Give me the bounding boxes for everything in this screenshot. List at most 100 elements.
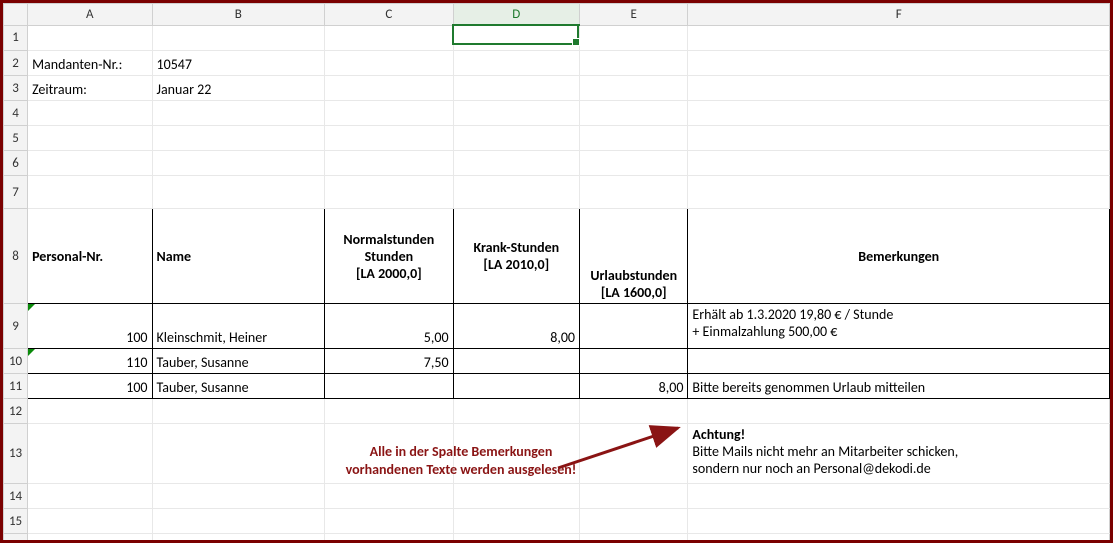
row-5-header[interactable]: 5 <box>4 126 28 151</box>
cell-D12[interactable] <box>453 399 579 424</box>
cell-C1[interactable] <box>325 25 453 51</box>
cell-F15[interactable] <box>688 509 1110 534</box>
row-2-header[interactable]: 2 <box>4 51 28 76</box>
cell-A1[interactable] <box>28 25 152 51</box>
cell-B8[interactable]: Name <box>152 209 325 304</box>
cell-B9[interactable]: Kleinschmit, Heiner <box>152 304 325 349</box>
cell-D14[interactable] <box>453 484 579 509</box>
cell-D8[interactable]: Krank-Stunden [LA 2010,0] <box>453 209 579 304</box>
cell-F12[interactable] <box>688 399 1110 424</box>
col-A-header[interactable]: A <box>28 4 152 26</box>
row-12-header[interactable]: 12 <box>4 399 28 424</box>
cell-F9[interactable]: Erhält ab 1.3.2020 19,80 € / Stunde + Ei… <box>688 304 1110 349</box>
row-1-header[interactable]: 1 <box>4 25 28 51</box>
cell-D9[interactable]: 8,00 <box>453 304 579 349</box>
cell-E5[interactable] <box>580 126 688 151</box>
cell-C7[interactable] <box>325 176 453 209</box>
row-8-header[interactable]: 8 <box>4 209 28 304</box>
row-6-header[interactable]: 6 <box>4 151 28 176</box>
cell-F4[interactable] <box>688 101 1110 126</box>
cell-E4[interactable] <box>580 101 688 126</box>
cell-E11[interactable]: 8,00 <box>580 374 688 399</box>
cell-A12[interactable] <box>28 399 152 424</box>
cell-D10[interactable] <box>453 349 579 374</box>
row-11-header[interactable]: 11 <box>4 374 28 399</box>
cell-C9[interactable]: 5,00 <box>325 304 453 349</box>
cell-A14[interactable] <box>28 484 152 509</box>
cell-A11[interactable]: 100 <box>28 374 152 399</box>
col-C-header[interactable]: C <box>325 4 453 26</box>
row-16-header[interactable]: 16 <box>4 534 28 543</box>
cell-C2[interactable] <box>325 51 453 76</box>
col-D-header[interactable]: D <box>453 4 579 26</box>
cell-C16[interactable] <box>325 534 453 543</box>
cell-D4[interactable] <box>453 101 579 126</box>
row-7-header[interactable]: 7 <box>4 176 28 209</box>
cell-B1[interactable] <box>152 25 325 51</box>
cell-D11[interactable] <box>453 374 579 399</box>
cell-F10[interactable] <box>688 349 1110 374</box>
cell-D7[interactable] <box>453 176 579 209</box>
cell-F2[interactable] <box>688 51 1110 76</box>
cell-F5[interactable] <box>688 126 1110 151</box>
cell-B3[interactable]: Januar 22 <box>152 76 325 101</box>
cell-A5[interactable] <box>28 126 152 151</box>
cell-D16[interactable] <box>453 534 579 543</box>
cell-E7[interactable] <box>580 176 688 209</box>
cell-F3[interactable] <box>688 76 1110 101</box>
cell-E16[interactable] <box>580 534 688 543</box>
cell-B12[interactable] <box>152 399 325 424</box>
cell-F11[interactable]: Bitte bereits genommen Urlaub mitteilen <box>688 374 1110 399</box>
cell-C15[interactable] <box>325 509 453 534</box>
row-4-header[interactable]: 4 <box>4 101 28 126</box>
cell-B7[interactable] <box>152 176 325 209</box>
cell-A4[interactable] <box>28 101 152 126</box>
row-14-header[interactable]: 14 <box>4 484 28 509</box>
cell-E14[interactable] <box>580 484 688 509</box>
cell-A15[interactable] <box>28 509 152 534</box>
cell-C4[interactable] <box>325 101 453 126</box>
cell-B15[interactable] <box>152 509 325 534</box>
cell-A8[interactable]: Personal-Nr. <box>28 209 152 304</box>
cell-B4[interactable] <box>152 101 325 126</box>
cell-E12[interactable] <box>580 399 688 424</box>
cell-E13[interactable] <box>580 424 688 484</box>
cell-E2[interactable] <box>580 51 688 76</box>
cell-E6[interactable] <box>580 151 688 176</box>
cell-C12[interactable] <box>325 399 453 424</box>
row-3-header[interactable]: 3 <box>4 76 28 101</box>
row-9-header[interactable]: 9 <box>4 304 28 349</box>
cell-D6[interactable] <box>453 151 579 176</box>
cell-D1[interactable] <box>453 25 579 51</box>
cell-B6[interactable] <box>152 151 325 176</box>
cell-F1[interactable] <box>688 25 1110 51</box>
cell-C8[interactable]: Normalstunden Stunden [LA 2000,0] <box>325 209 453 304</box>
col-E-header[interactable]: E <box>580 4 688 26</box>
cell-D2[interactable] <box>453 51 579 76</box>
cell-E9[interactable] <box>580 304 688 349</box>
cell-A6[interactable] <box>28 151 152 176</box>
cell-E15[interactable] <box>580 509 688 534</box>
cell-D15[interactable] <box>453 509 579 534</box>
cell-D5[interactable] <box>453 126 579 151</box>
cell-B2[interactable]: 10547 <box>152 51 325 76</box>
cell-A16[interactable] <box>28 534 152 543</box>
row-13-header[interactable]: 13 <box>4 424 28 484</box>
row-15-header[interactable]: 15 <box>4 509 28 534</box>
cell-B5[interactable] <box>152 126 325 151</box>
cell-B10[interactable]: Tauber, Susanne <box>152 349 325 374</box>
cell-A9[interactable]: 100 <box>28 304 152 349</box>
select-all-corner[interactable] <box>4 4 28 26</box>
cell-C3[interactable] <box>325 76 453 101</box>
cell-A7[interactable] <box>28 176 152 209</box>
cell-C11[interactable] <box>325 374 453 399</box>
cell-E1[interactable] <box>580 25 688 51</box>
cell-E3[interactable] <box>580 76 688 101</box>
cell-C14[interactable] <box>325 484 453 509</box>
col-B-header[interactable]: B <box>152 4 325 26</box>
cell-B16[interactable] <box>152 534 325 543</box>
cell-F7[interactable] <box>688 176 1110 209</box>
cell-A13[interactable] <box>28 424 152 484</box>
column-headers[interactable]: A B C D E F <box>4 4 1110 26</box>
cell-F14[interactable] <box>688 484 1110 509</box>
